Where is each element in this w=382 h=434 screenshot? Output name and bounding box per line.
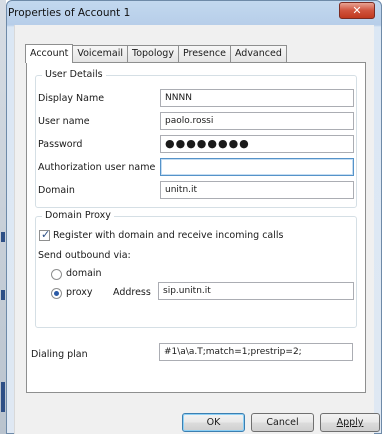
auth-user-field[interactable] [160, 158, 354, 176]
tab-voicemail[interactable]: Voicemail [72, 45, 128, 62]
domain-field[interactable]: unitn.it [160, 181, 354, 199]
apply-button-label: Apply [336, 417, 364, 428]
domain-proxy-group: Domain Proxy ✓ Register with domain and … [35, 210, 357, 328]
display-name-label: Display Name [38, 93, 105, 104]
user-details-group: User Details Display Name NNNN User name… [35, 69, 357, 208]
check-icon: ✓ [41, 228, 51, 241]
user-name-field[interactable]: paolo.rossi [160, 112, 354, 130]
user-name-label: User name [38, 116, 90, 127]
radio-selected-dot [54, 291, 59, 296]
tab-advanced[interactable]: Advanced [229, 45, 287, 62]
domain-label: Domain [38, 185, 75, 196]
ok-button[interactable]: OK [182, 413, 245, 432]
radio-proxy[interactable] [51, 288, 62, 299]
window-title: Properties of Account 1 [8, 7, 131, 19]
cancel-button[interactable]: Cancel [251, 413, 314, 432]
user-details-title: User Details [42, 69, 106, 80]
tab-topology[interactable]: Topology [127, 45, 179, 62]
auth-user-label: Authorization user name [38, 162, 156, 173]
address-label: Address [113, 287, 151, 298]
dialing-plan-field[interactable]: #1\a\a.T;match=1;prestrip=2; [159, 343, 353, 361]
tab-account[interactable]: Account [25, 44, 74, 63]
domain-proxy-title: Domain Proxy [42, 210, 114, 221]
apply-button[interactable]: Apply [320, 413, 380, 432]
password-field[interactable]: ●●●●●●●● [160, 135, 354, 153]
register-label[interactable]: Register with domain and receive incomin… [53, 230, 283, 241]
desktop-mark [1, 290, 5, 300]
send-outbound-label: Send outbound via: [38, 250, 131, 261]
properties-dialog: Properties of Account 1 ✕ Account Voicem… [6, 0, 382, 434]
radio-domain[interactable] [51, 269, 62, 280]
close-button[interactable]: ✕ [339, 2, 375, 19]
account-tab-panel: User Details Display Name NNNN User name… [26, 62, 366, 393]
address-field[interactable]: sip.unitn.it [158, 282, 354, 300]
tab-presence[interactable]: Presence [177, 45, 231, 62]
register-checkbox[interactable]: ✓ [39, 228, 51, 241]
password-label: Password [38, 139, 83, 150]
title-bar[interactable]: Properties of Account 1 ✕ [7, 1, 381, 25]
radio-domain-label[interactable]: domain [66, 268, 102, 279]
display-name-field[interactable]: NNNN [160, 89, 354, 107]
tab-strip: Account Voicemail Topology Presence Adva… [25, 44, 287, 63]
desktop-mark [1, 382, 5, 412]
dialog-client-area: Account Voicemail Topology Presence Adva… [14, 25, 380, 434]
dialing-plan-label: Dialing plan [31, 349, 88, 360]
close-icon: ✕ [352, 4, 362, 17]
radio-proxy-label[interactable]: proxy [66, 287, 93, 298]
desktop-mark [1, 232, 5, 242]
